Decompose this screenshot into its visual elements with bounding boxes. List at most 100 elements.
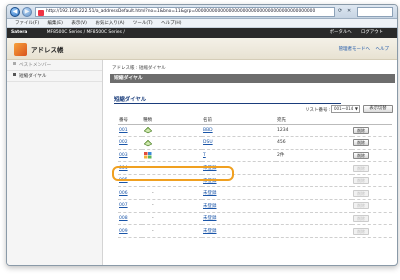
delete-button: 削除: [353, 202, 369, 210]
row-name-link[interactable]: T: [203, 153, 206, 158]
device-model: MF8500C Series / MF8500C Series /: [46, 30, 125, 35]
row-name[interactable]: DSU: [202, 136, 276, 150]
row-number-link[interactable]: 002: [119, 140, 128, 145]
chevron-down-icon: ▼: [354, 106, 358, 111]
search-input[interactable]: [357, 7, 393, 17]
row-destination: 456: [276, 136, 352, 150]
stop-icon[interactable]: ✕: [347, 8, 351, 14]
row-name[interactable]: BBD: [202, 124, 276, 138]
list-number-select[interactable]: 001～014 ▼: [331, 105, 360, 113]
row-destination: [276, 186, 352, 201]
row-destination: [276, 212, 352, 226]
forward-arrow-icon[interactable]: ▶: [22, 7, 32, 17]
table-row: 007 - 未登録 削除: [118, 199, 392, 213]
row-name[interactable]: 未登録: [202, 199, 276, 213]
delete-button[interactable]: 削除: [353, 126, 369, 134]
row-number-link[interactable]: 003: [119, 153, 128, 158]
row-number[interactable]: 002: [118, 136, 142, 150]
row-destination: [276, 174, 352, 188]
row-destination: 1234: [276, 124, 352, 138]
fax-icon: [143, 126, 153, 134]
back-arrow-icon[interactable]: ◀: [10, 7, 20, 17]
row-number[interactable]: 008: [118, 212, 142, 226]
row-number[interactable]: 009: [118, 224, 142, 238]
row-action: 削除: [352, 224, 392, 238]
row-number-link[interactable]: 001: [119, 128, 128, 133]
row-type-value: -: [152, 215, 154, 221]
row-name-link[interactable]: BBD: [203, 128, 213, 133]
address-book-icon: [14, 43, 27, 56]
delete-button[interactable]: 削除: [353, 139, 369, 147]
menu-edit[interactable]: 編集(E): [48, 21, 63, 26]
list-number-value: 001～014: [334, 106, 354, 111]
delete-button[interactable]: 削除: [353, 151, 369, 159]
brand-bar: Satera MF8500C Series / MF8500C Series /…: [7, 28, 397, 38]
row-type: [142, 149, 202, 163]
sidebar-item-speed-dial[interactable]: 短縮ダイヤル: [7, 71, 102, 82]
row-destination: 2件: [276, 149, 352, 163]
row-number[interactable]: 001: [118, 124, 142, 138]
row-type: -: [142, 224, 202, 238]
row-name-link[interactable]: 未登録: [203, 204, 217, 209]
admin-mode-link[interactable]: 管理者モードへ: [339, 47, 371, 52]
col-number: 番号: [118, 117, 142, 125]
row-type: [142, 136, 202, 150]
row-type: -: [142, 199, 202, 213]
highlight-callout: [112, 166, 234, 181]
menu-tools[interactable]: ツール(T): [133, 21, 153, 26]
menu-favorites[interactable]: お気に入り(A): [95, 21, 124, 26]
page-header: アドレス帳 管理者モードへ ヘルプ: [7, 38, 397, 60]
menu-help[interactable]: ヘルプ(H): [161, 21, 181, 26]
row-name[interactable]: 未登録: [202, 186, 276, 201]
list-title: 短縮ダイヤル: [114, 95, 342, 104]
portal-link[interactable]: ポータルへ: [330, 30, 352, 35]
bullet-icon: [13, 62, 16, 65]
url-text: http://192.168.222.51/a_addressDefault.h…: [46, 9, 316, 14]
row-number[interactable]: 007: [118, 199, 142, 213]
main-content: アドレス帳 : 短縮ダイヤル 短縮ダイヤル 短縮ダイヤル リスト番号 : 001…: [104, 60, 397, 265]
row-action: 削除: [352, 149, 392, 163]
logout-link[interactable]: ログアウト: [361, 30, 383, 35]
section-title: 短縮ダイヤル: [110, 74, 395, 83]
refresh-icon[interactable]: ⟳: [338, 8, 342, 14]
sidebar-item-label: ベストメンバー: [19, 63, 52, 68]
row-name-link[interactable]: DSU: [203, 140, 213, 145]
brand-links: ポータルへ ログアウト: [322, 28, 383, 38]
switch-display-button[interactable]: 表示切替: [363, 105, 393, 113]
delete-button: 削除: [353, 214, 369, 222]
url-input[interactable]: http://192.168.222.51/a_addressDefault.h…: [35, 7, 335, 17]
menu-view[interactable]: 表示(V): [71, 21, 87, 26]
row-destination: [276, 224, 352, 238]
row-number-link[interactable]: 009: [119, 229, 128, 234]
row-number-link[interactable]: 006: [119, 191, 128, 196]
table-row: 009 - 未登録 削除: [118, 224, 392, 238]
row-type: [142, 124, 202, 138]
sidebar: ベストメンバー 短縮ダイヤル: [7, 60, 103, 265]
col-action: [352, 117, 392, 125]
menu-file[interactable]: ファイル(F): [15, 21, 39, 26]
col-destination: 宛先: [276, 117, 352, 125]
col-name: 名前: [202, 117, 276, 125]
row-number[interactable]: 003: [118, 149, 142, 163]
group-icon: [144, 152, 152, 159]
row-name[interactable]: T: [202, 149, 276, 163]
table-row: 003 T 2件 削除: [118, 149, 392, 163]
row-type: -: [142, 212, 202, 226]
row-name-link[interactable]: 未登録: [203, 229, 217, 234]
row-number-link[interactable]: 007: [119, 203, 128, 208]
sidebar-item-best-members[interactable]: ベストメンバー: [7, 60, 102, 71]
row-name[interactable]: 未登録: [202, 212, 276, 226]
row-name-link[interactable]: 未登録: [203, 216, 217, 221]
table-row: 008 - 未登録 削除: [118, 212, 392, 226]
list-number-label: リスト番号 :: [305, 108, 331, 113]
row-name[interactable]: 未登録: [202, 224, 276, 238]
fax-icon: [143, 139, 153, 147]
delete-button: 削除: [353, 227, 369, 235]
page-title: アドレス帳: [31, 46, 64, 54]
table-header-row: 番号 種類 名前 宛先: [118, 117, 392, 125]
row-number-link[interactable]: 008: [119, 216, 128, 221]
row-name-link[interactable]: 未登録: [203, 191, 217, 196]
row-type-value: -: [152, 190, 154, 196]
row-number[interactable]: 006: [118, 186, 142, 201]
help-link[interactable]: ヘルプ: [376, 47, 390, 52]
